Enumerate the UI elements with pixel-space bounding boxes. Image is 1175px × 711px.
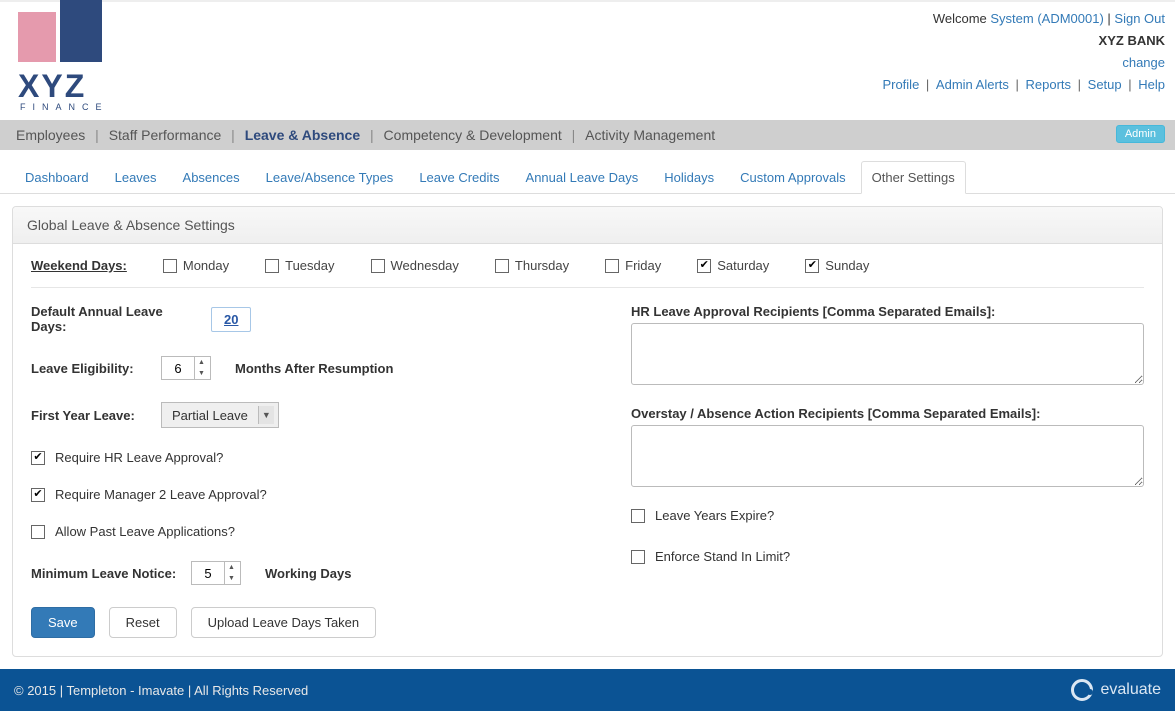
hr-recipients-textarea[interactable] (631, 323, 1144, 385)
eligibility-field[interactable] (162, 357, 194, 379)
nav-competency[interactable]: Competency & Development (378, 127, 568, 143)
first-year-select[interactable]: Partial Leave ▼ (161, 402, 279, 428)
require-hr-checkbox[interactable] (31, 451, 45, 465)
overstay-textarea[interactable] (631, 425, 1144, 487)
min-notice-label: Minimum Leave Notice: (31, 566, 181, 581)
weekend-wednesday[interactable]: Wednesday (371, 258, 459, 273)
tab-leaves[interactable]: Leaves (104, 161, 168, 194)
tab-dashboard[interactable]: Dashboard (14, 161, 100, 194)
hr-recipients-label: HR Leave Approval Recipients [Comma Sepa… (631, 304, 1144, 319)
checkbox-icon[interactable] (805, 259, 819, 273)
bank-name: XYZ BANK (882, 30, 1165, 52)
logo-subtext: FINANCE (20, 102, 109, 112)
require-mgr2-checkbox[interactable] (31, 488, 45, 502)
reset-button[interactable]: Reset (109, 607, 177, 638)
default-annual-value[interactable]: 20 (211, 307, 251, 332)
spin-down-icon[interactable]: ▼ (195, 368, 208, 379)
spin-down-icon[interactable]: ▼ (225, 573, 238, 584)
main-nav: Employees | Staff Performance | Leave & … (0, 120, 1175, 150)
footer-copyright: © 2015 | Templeton - Imavate | All Right… (14, 683, 308, 698)
checkbox-icon[interactable] (697, 259, 711, 273)
default-annual-label: Default Annual Leave Days: (31, 304, 201, 334)
setup-link[interactable]: Setup (1088, 77, 1122, 92)
weekend-friday[interactable]: Friday (605, 258, 661, 273)
sub-tabs: Dashboard Leaves Absences Leave/Absence … (0, 150, 1175, 194)
enforce-standin-label: Enforce Stand In Limit? (655, 549, 790, 564)
checkbox-icon[interactable] (265, 259, 279, 273)
tab-leave-types[interactable]: Leave/Absence Types (255, 161, 405, 194)
settings-panel: Global Leave & Absence Settings Weekend … (12, 206, 1163, 657)
weekend-tuesday[interactable]: Tuesday (265, 258, 334, 273)
change-link[interactable]: change (1122, 55, 1165, 70)
tab-absences[interactable]: Absences (172, 161, 251, 194)
chevron-down-icon[interactable]: ▼ (258, 406, 274, 424)
allow-past-label: Allow Past Leave Applications? (55, 524, 235, 539)
tab-annual-leave-days[interactable]: Annual Leave Days (515, 161, 650, 194)
eligibility-suffix: Months After Resumption (235, 361, 393, 376)
require-mgr2-label: Require Manager 2 Leave Approval? (55, 487, 267, 502)
signout-link[interactable]: Sign Out (1114, 11, 1165, 26)
footer-brand: evaluate (1071, 679, 1162, 701)
checkbox-icon[interactable] (605, 259, 619, 273)
tab-other-settings[interactable]: Other Settings (861, 161, 966, 194)
allow-past-checkbox[interactable] (31, 525, 45, 539)
spin-up-icon[interactable]: ▲ (225, 562, 238, 573)
weekend-sunday[interactable]: Sunday (805, 258, 869, 273)
weekend-row: Weekend Days: Monday Tuesday Wednesday T… (31, 258, 1144, 288)
reports-link[interactable]: Reports (1026, 77, 1072, 92)
spin-up-icon[interactable]: ▲ (195, 357, 208, 368)
overstay-label: Overstay / Absence Action Recipients [Co… (631, 406, 1144, 421)
weekend-thursday[interactable]: Thursday (495, 258, 569, 273)
enforce-standin-checkbox[interactable] (631, 550, 645, 564)
weekend-monday[interactable]: Monday (163, 258, 229, 273)
admin-badge[interactable]: Admin (1116, 125, 1165, 143)
user-link[interactable]: System (ADM0001) (990, 11, 1103, 26)
first-year-label: First Year Leave: (31, 408, 151, 423)
min-notice-suffix: Working Days (265, 566, 351, 581)
header: XYZ FINANCE Welcome System (ADM0001) | S… (0, 0, 1175, 120)
evaluate-logo-icon (1071, 679, 1093, 701)
weekend-label: Weekend Days: (31, 258, 127, 273)
header-right: Welcome System (ADM0001) | Sign Out XYZ … (882, 6, 1165, 120)
tab-leave-credits[interactable]: Leave Credits (408, 161, 510, 194)
nav-leave-absence[interactable]: Leave & Absence (239, 127, 366, 143)
tab-holidays[interactable]: Holidays (653, 161, 725, 194)
nav-staff-performance[interactable]: Staff Performance (103, 127, 228, 143)
checkbox-icon[interactable] (163, 259, 177, 273)
nav-employees[interactable]: Employees (10, 127, 91, 143)
profile-link[interactable]: Profile (882, 77, 919, 92)
panel-title: Global Leave & Absence Settings (13, 207, 1162, 244)
footer: © 2015 | Templeton - Imavate | All Right… (0, 669, 1175, 711)
tab-custom-approvals[interactable]: Custom Approvals (729, 161, 857, 194)
upload-button[interactable]: Upload Leave Days Taken (191, 607, 377, 638)
eligibility-input[interactable]: ▲▼ (161, 356, 211, 380)
welcome-text: Welcome (933, 11, 991, 26)
checkbox-icon[interactable] (371, 259, 385, 273)
first-year-value: Partial Leave (172, 408, 248, 423)
eligibility-label: Leave Eligibility: (31, 361, 151, 376)
min-notice-input[interactable]: ▲▼ (191, 561, 241, 585)
leave-expire-label: Leave Years Expire? (655, 508, 774, 523)
leave-expire-checkbox[interactable] (631, 509, 645, 523)
admin-alerts-link[interactable]: Admin Alerts (936, 77, 1009, 92)
min-notice-field[interactable] (192, 562, 224, 584)
help-link[interactable]: Help (1138, 77, 1165, 92)
nav-activity[interactable]: Activity Management (579, 127, 721, 143)
save-button[interactable]: Save (31, 607, 95, 638)
logo: XYZ FINANCE (10, 6, 117, 120)
logo-text: XYZ (18, 70, 109, 102)
require-hr-label: Require HR Leave Approval? (55, 450, 223, 465)
weekend-saturday[interactable]: Saturday (697, 258, 769, 273)
checkbox-icon[interactable] (495, 259, 509, 273)
